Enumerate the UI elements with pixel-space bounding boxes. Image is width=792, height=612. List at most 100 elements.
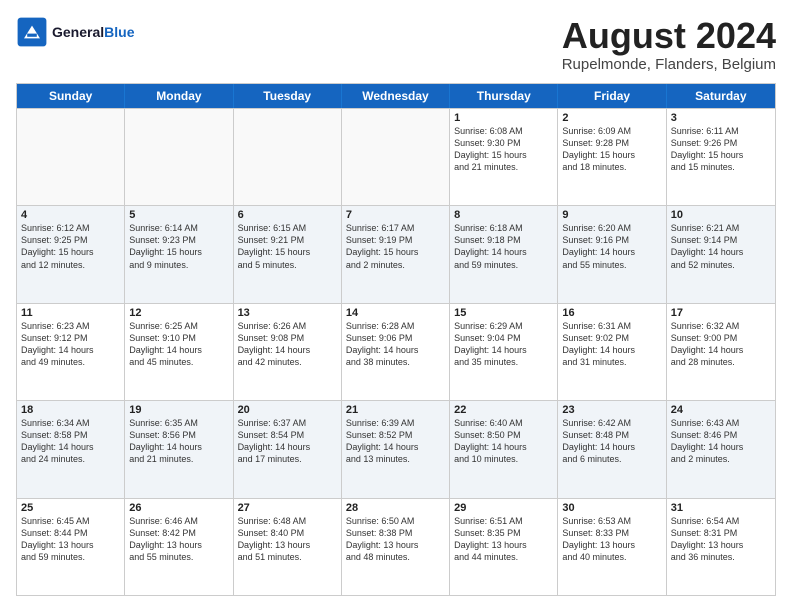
page: GeneralBlue August 2024 Rupelmonde, Flan… (0, 0, 792, 612)
day-info: Sunrise: 6:32 AM Sunset: 9:00 PM Dayligh… (671, 320, 771, 369)
title-area: August 2024 Rupelmonde, Flanders, Belgiu… (562, 16, 776, 73)
day-number: 6 (238, 209, 337, 221)
day-number: 29 (454, 502, 553, 514)
day-number: 21 (346, 404, 445, 416)
day-number: 8 (454, 209, 553, 221)
day-cell-26: 26Sunrise: 6:46 AM Sunset: 8:42 PM Dayli… (125, 499, 233, 595)
day-info: Sunrise: 6:12 AM Sunset: 9:25 PM Dayligh… (21, 222, 120, 271)
subtitle: Rupelmonde, Flanders, Belgium (562, 56, 776, 73)
day-number: 24 (671, 404, 771, 416)
day-cell-7: 7Sunrise: 6:17 AM Sunset: 9:19 PM Daylig… (342, 206, 450, 302)
day-info: Sunrise: 6:46 AM Sunset: 8:42 PM Dayligh… (129, 515, 228, 564)
day-info: Sunrise: 6:25 AM Sunset: 9:10 PM Dayligh… (129, 320, 228, 369)
day-cell-28: 28Sunrise: 6:50 AM Sunset: 8:38 PM Dayli… (342, 499, 450, 595)
day-cell-16: 16Sunrise: 6:31 AM Sunset: 9:02 PM Dayli… (558, 304, 666, 400)
day-info: Sunrise: 6:08 AM Sunset: 9:30 PM Dayligh… (454, 125, 553, 174)
day-info: Sunrise: 6:43 AM Sunset: 8:46 PM Dayligh… (671, 417, 771, 466)
day-cell-12: 12Sunrise: 6:25 AM Sunset: 9:10 PM Dayli… (125, 304, 233, 400)
day-cell-5: 5Sunrise: 6:14 AM Sunset: 9:23 PM Daylig… (125, 206, 233, 302)
day-number: 30 (562, 502, 661, 514)
day-info: Sunrise: 6:39 AM Sunset: 8:52 PM Dayligh… (346, 417, 445, 466)
day-number: 19 (129, 404, 228, 416)
day-info: Sunrise: 6:15 AM Sunset: 9:21 PM Dayligh… (238, 222, 337, 271)
day-number: 11 (21, 307, 120, 319)
day-info: Sunrise: 6:28 AM Sunset: 9:06 PM Dayligh… (346, 320, 445, 369)
calendar-body: 1Sunrise: 6:08 AM Sunset: 9:30 PM Daylig… (17, 108, 775, 595)
day-cell-22: 22Sunrise: 6:40 AM Sunset: 8:50 PM Dayli… (450, 401, 558, 497)
day-info: Sunrise: 6:26 AM Sunset: 9:08 PM Dayligh… (238, 320, 337, 369)
calendar-row-2: 4Sunrise: 6:12 AM Sunset: 9:25 PM Daylig… (17, 205, 775, 302)
empty-cell (342, 109, 450, 205)
day-cell-1: 1Sunrise: 6:08 AM Sunset: 9:30 PM Daylig… (450, 109, 558, 205)
day-number: 31 (671, 502, 771, 514)
day-info: Sunrise: 6:31 AM Sunset: 9:02 PM Dayligh… (562, 320, 661, 369)
day-number: 12 (129, 307, 228, 319)
calendar-row-1: 1Sunrise: 6:08 AM Sunset: 9:30 PM Daylig… (17, 108, 775, 205)
day-number: 9 (562, 209, 661, 221)
day-info: Sunrise: 6:35 AM Sunset: 8:56 PM Dayligh… (129, 417, 228, 466)
calendar-row-4: 18Sunrise: 6:34 AM Sunset: 8:58 PM Dayli… (17, 400, 775, 497)
day-number: 14 (346, 307, 445, 319)
day-number: 25 (21, 502, 120, 514)
day-info: Sunrise: 6:09 AM Sunset: 9:28 PM Dayligh… (562, 125, 661, 174)
day-cell-19: 19Sunrise: 6:35 AM Sunset: 8:56 PM Dayli… (125, 401, 233, 497)
calendar: SundayMondayTuesdayWednesdayThursdayFrid… (16, 83, 776, 596)
month-title: August 2024 (562, 16, 776, 56)
day-number: 7 (346, 209, 445, 221)
day-info: Sunrise: 6:21 AM Sunset: 9:14 PM Dayligh… (671, 222, 771, 271)
header-day-saturday: Saturday (667, 84, 775, 108)
day-cell-23: 23Sunrise: 6:42 AM Sunset: 8:48 PM Dayli… (558, 401, 666, 497)
day-cell-29: 29Sunrise: 6:51 AM Sunset: 8:35 PM Dayli… (450, 499, 558, 595)
empty-cell (125, 109, 233, 205)
day-number: 3 (671, 112, 771, 124)
day-number: 18 (21, 404, 120, 416)
day-cell-30: 30Sunrise: 6:53 AM Sunset: 8:33 PM Dayli… (558, 499, 666, 595)
day-info: Sunrise: 6:42 AM Sunset: 8:48 PM Dayligh… (562, 417, 661, 466)
day-number: 1 (454, 112, 553, 124)
day-info: Sunrise: 6:11 AM Sunset: 9:26 PM Dayligh… (671, 125, 771, 174)
day-cell-15: 15Sunrise: 6:29 AM Sunset: 9:04 PM Dayli… (450, 304, 558, 400)
day-cell-13: 13Sunrise: 6:26 AM Sunset: 9:08 PM Dayli… (234, 304, 342, 400)
day-number: 23 (562, 404, 661, 416)
day-info: Sunrise: 6:14 AM Sunset: 9:23 PM Dayligh… (129, 222, 228, 271)
day-info: Sunrise: 6:48 AM Sunset: 8:40 PM Dayligh… (238, 515, 337, 564)
day-cell-8: 8Sunrise: 6:18 AM Sunset: 9:18 PM Daylig… (450, 206, 558, 302)
day-info: Sunrise: 6:17 AM Sunset: 9:19 PM Dayligh… (346, 222, 445, 271)
day-info: Sunrise: 6:23 AM Sunset: 9:12 PM Dayligh… (21, 320, 120, 369)
calendar-row-5: 25Sunrise: 6:45 AM Sunset: 8:44 PM Dayli… (17, 498, 775, 595)
logo-text: GeneralBlue (52, 24, 134, 40)
calendar-row-3: 11Sunrise: 6:23 AM Sunset: 9:12 PM Dayli… (17, 303, 775, 400)
logo: GeneralBlue (16, 16, 134, 48)
day-cell-9: 9Sunrise: 6:20 AM Sunset: 9:16 PM Daylig… (558, 206, 666, 302)
empty-cell (17, 109, 125, 205)
day-number: 22 (454, 404, 553, 416)
day-info: Sunrise: 6:51 AM Sunset: 8:35 PM Dayligh… (454, 515, 553, 564)
day-info: Sunrise: 6:20 AM Sunset: 9:16 PM Dayligh… (562, 222, 661, 271)
day-cell-20: 20Sunrise: 6:37 AM Sunset: 8:54 PM Dayli… (234, 401, 342, 497)
header-day-thursday: Thursday (450, 84, 558, 108)
day-cell-18: 18Sunrise: 6:34 AM Sunset: 8:58 PM Dayli… (17, 401, 125, 497)
day-number: 13 (238, 307, 337, 319)
day-info: Sunrise: 6:40 AM Sunset: 8:50 PM Dayligh… (454, 417, 553, 466)
day-info: Sunrise: 6:29 AM Sunset: 9:04 PM Dayligh… (454, 320, 553, 369)
day-number: 20 (238, 404, 337, 416)
day-number: 15 (454, 307, 553, 319)
calendar-header: SundayMondayTuesdayWednesdayThursdayFrid… (17, 84, 775, 108)
header: GeneralBlue August 2024 Rupelmonde, Flan… (16, 16, 776, 73)
day-cell-4: 4Sunrise: 6:12 AM Sunset: 9:25 PM Daylig… (17, 206, 125, 302)
day-cell-2: 2Sunrise: 6:09 AM Sunset: 9:28 PM Daylig… (558, 109, 666, 205)
header-day-monday: Monday (125, 84, 233, 108)
header-day-sunday: Sunday (17, 84, 125, 108)
day-cell-25: 25Sunrise: 6:45 AM Sunset: 8:44 PM Dayli… (17, 499, 125, 595)
header-day-tuesday: Tuesday (234, 84, 342, 108)
day-info: Sunrise: 6:54 AM Sunset: 8:31 PM Dayligh… (671, 515, 771, 564)
day-info: Sunrise: 6:50 AM Sunset: 8:38 PM Dayligh… (346, 515, 445, 564)
day-number: 4 (21, 209, 120, 221)
header-day-wednesday: Wednesday (342, 84, 450, 108)
day-number: 10 (671, 209, 771, 221)
day-number: 2 (562, 112, 661, 124)
day-cell-11: 11Sunrise: 6:23 AM Sunset: 9:12 PM Dayli… (17, 304, 125, 400)
logo-icon (16, 16, 48, 48)
day-cell-31: 31Sunrise: 6:54 AM Sunset: 8:31 PM Dayli… (667, 499, 775, 595)
day-number: 16 (562, 307, 661, 319)
